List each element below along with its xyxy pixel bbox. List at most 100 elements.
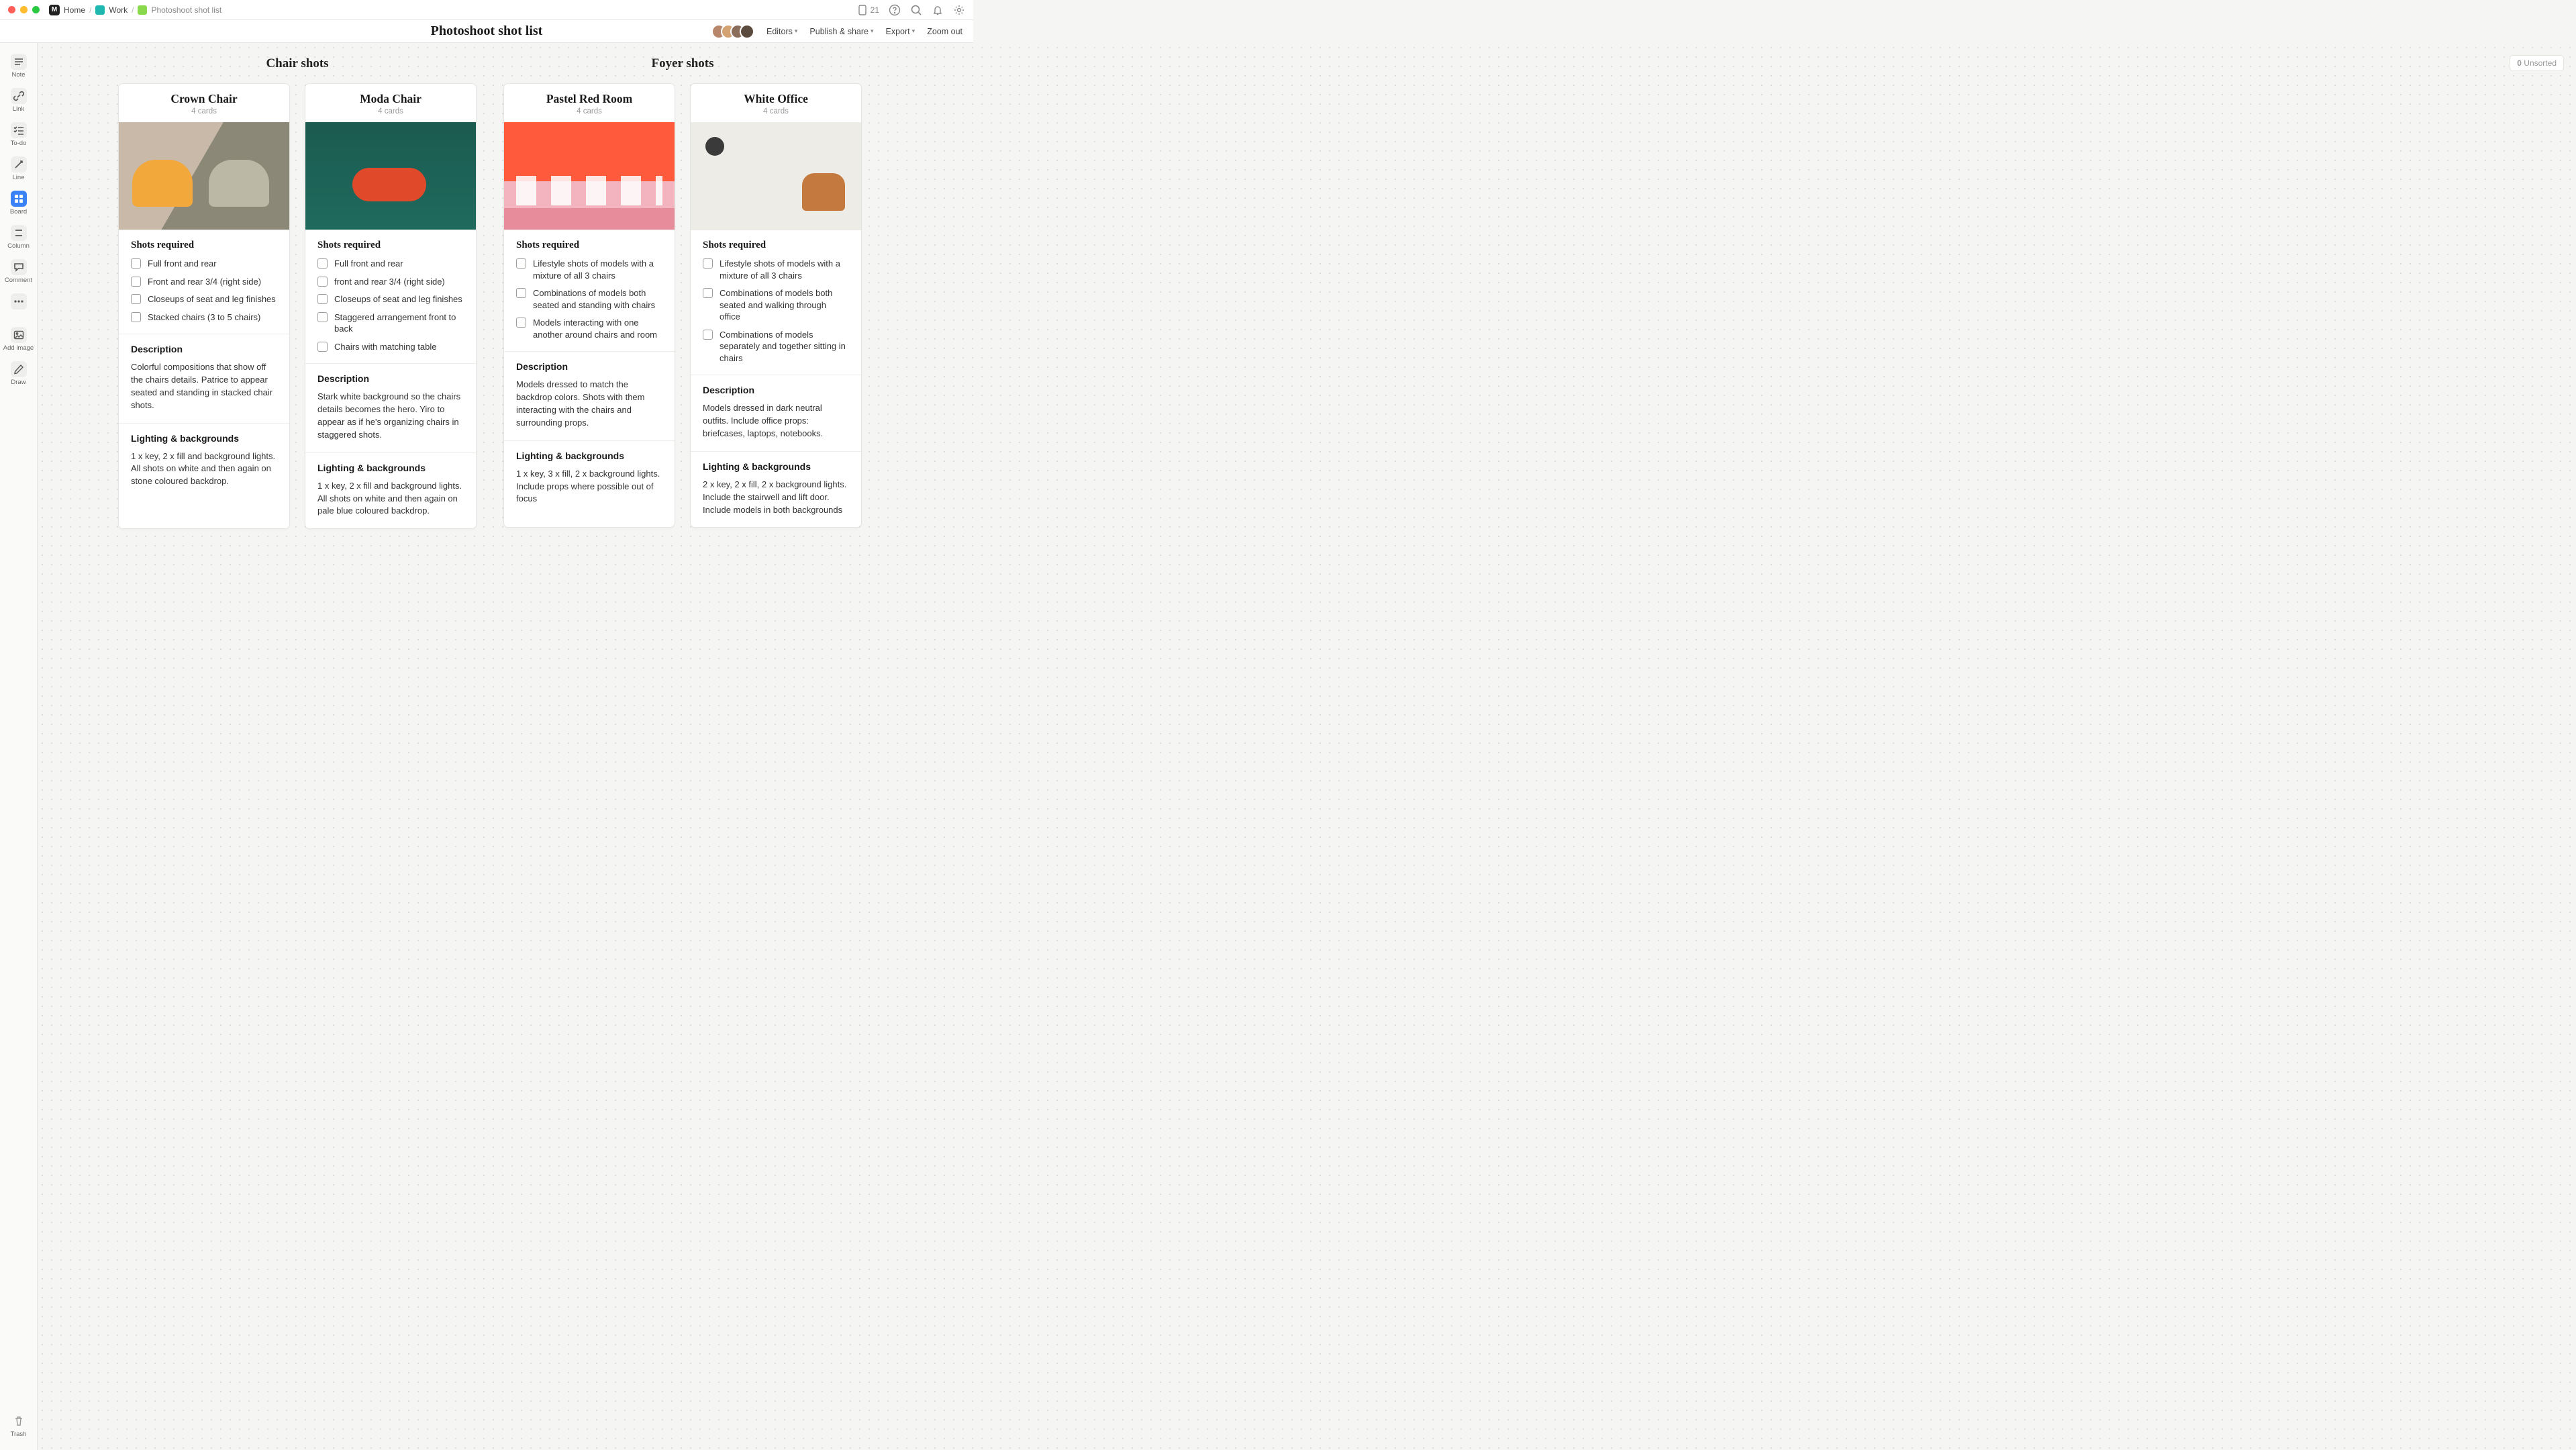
- trash-icon: [11, 1413, 27, 1429]
- tool-draw[interactable]: Draw: [3, 358, 34, 390]
- minimize-window[interactable]: [20, 6, 28, 13]
- todo-item: Lifestyle shots of models with a mixture…: [703, 258, 849, 281]
- board-card[interactable]: Pastel Red Room 4 cards Shots required L…: [503, 83, 675, 528]
- zoom-out-button[interactable]: Zoom out: [927, 27, 962, 36]
- todo-text: Full front and rear: [334, 258, 403, 270]
- editors-dropdown[interactable]: Editors▾: [766, 27, 797, 36]
- more-icon: [11, 293, 27, 309]
- block-heading: Shots required: [317, 240, 464, 251]
- lighting-block: Lighting & backgrounds 1 x key, 3 x fill…: [504, 440, 675, 517]
- checkbox[interactable]: [317, 312, 328, 322]
- publish-dropdown[interactable]: Publish & share▾: [809, 27, 873, 36]
- todo-text: Combinations of models both seated and w…: [720, 287, 849, 323]
- checkbox[interactable]: [131, 312, 141, 322]
- block-heading: Description: [703, 385, 849, 395]
- breadcrumb-doc[interactable]: Photoshoot shot list: [151, 5, 221, 15]
- checkbox[interactable]: [516, 258, 526, 269]
- board-section: Chair shots Crown Chair 4 cards Shots re…: [118, 56, 477, 529]
- block-heading: Shots required: [131, 240, 277, 251]
- editor-avatars[interactable]: [711, 24, 754, 39]
- shots-block: Shots required Lifestyle shots of models…: [691, 230, 861, 375]
- todo-text: Combinations of models both seated and s…: [533, 287, 662, 311]
- tool-more[interactable]: [3, 291, 34, 313]
- block-heading: Shots required: [703, 240, 849, 251]
- tool-link[interactable]: Link: [3, 85, 34, 117]
- todo-item: Models interacting with one another arou…: [516, 317, 662, 340]
- todo-item: Front and rear 3/4 (right side): [131, 276, 277, 288]
- bell-icon[interactable]: [932, 4, 944, 16]
- block-heading: Description: [131, 344, 277, 354]
- todo-text: Closeups of seat and leg finishes: [148, 293, 276, 305]
- checkbox[interactable]: [703, 288, 713, 298]
- checkbox[interactable]: [317, 294, 328, 304]
- breadcrumb-home[interactable]: Home: [64, 5, 85, 15]
- board-card[interactable]: Crown Chair 4 cards Shots required Full …: [118, 83, 290, 529]
- todo-item: Full front and rear: [131, 258, 277, 270]
- checkbox[interactable]: [131, 294, 141, 304]
- comment-icon: [11, 259, 27, 275]
- block-heading: Lighting & backgrounds: [703, 461, 849, 472]
- help-icon[interactable]: [889, 4, 901, 16]
- card-header: White Office 4 cards: [691, 84, 861, 122]
- board-section: Foyer shots Pastel Red Room 4 cards Shot…: [503, 56, 862, 529]
- tool-note[interactable]: Note: [3, 51, 34, 83]
- todo-text: Stacked chairs (3 to 5 chairs): [148, 311, 260, 324]
- page-title: Photoshoot shot list: [431, 23, 543, 39]
- tool-board[interactable]: Board: [3, 188, 34, 220]
- checkbox[interactable]: [516, 318, 526, 328]
- todo-icon: [11, 122, 27, 138]
- card-header: Pastel Red Room 4 cards: [504, 84, 675, 122]
- card-header: Crown Chair 4 cards: [119, 84, 289, 122]
- breadcrumb-work[interactable]: Work: [109, 5, 128, 15]
- gear-icon[interactable]: [953, 4, 965, 16]
- checkbox[interactable]: [516, 288, 526, 298]
- checkbox[interactable]: [131, 277, 141, 287]
- board-card[interactable]: Moda Chair 4 cards Shots required Full f…: [305, 83, 477, 529]
- unsorted-pill[interactable]: 0 Unsorted: [2510, 55, 2564, 71]
- window-controls: [8, 6, 40, 13]
- close-window[interactable]: [8, 6, 15, 13]
- todo-text: Closeups of seat and leg finishes: [334, 293, 462, 305]
- app-icon[interactable]: M: [49, 5, 60, 15]
- avatar: [740, 24, 754, 39]
- tool-line[interactable]: Line: [3, 154, 34, 185]
- board-card[interactable]: White Office 4 cards Shots required Life…: [690, 83, 862, 528]
- page-header: Photoshoot shot list Editors▾ Publish & …: [0, 20, 973, 43]
- search-icon[interactable]: [910, 4, 922, 16]
- shots-block: Shots required Full front and rear front …: [305, 230, 476, 363]
- description-block: Description Stark white background so th…: [305, 363, 476, 452]
- tool-trash[interactable]: Trash: [3, 1410, 34, 1442]
- todo-text: front and rear 3/4 (right side): [334, 276, 445, 288]
- board-canvas[interactable]: 0 Unsorted Chair shots Crown Chair 4 car…: [38, 43, 2576, 1450]
- todo-item: Closeups of seat and leg finishes: [317, 293, 464, 305]
- card-subtitle: 4 cards: [312, 107, 469, 115]
- checkbox[interactable]: [131, 258, 141, 269]
- checkbox[interactable]: [703, 258, 713, 269]
- todo-item: Staggered arrangement front to back: [317, 311, 464, 335]
- breadcrumb: M Home / Work / Photoshoot shot list: [49, 5, 221, 15]
- checkbox[interactable]: [703, 330, 713, 340]
- card-subtitle: 4 cards: [126, 107, 283, 115]
- description-text: Colorful compositions that show off the …: [131, 361, 277, 412]
- card-title: White Office: [697, 92, 854, 106]
- block-heading: Lighting & backgrounds: [516, 450, 662, 461]
- checkbox[interactable]: [317, 342, 328, 352]
- checkbox[interactable]: [317, 258, 328, 269]
- card-header: Moda Chair 4 cards: [305, 84, 476, 122]
- doc-icon: [138, 5, 147, 15]
- checkbox[interactable]: [317, 277, 328, 287]
- block-heading: Description: [516, 361, 662, 372]
- tool-comment[interactable]: Comment: [3, 256, 34, 288]
- block-heading: Lighting & backgrounds: [131, 433, 277, 444]
- export-dropdown[interactable]: Export▾: [886, 27, 915, 36]
- lighting-block: Lighting & backgrounds 1 x key, 2 x fill…: [305, 452, 476, 529]
- chevron-down-icon: ▾: [912, 28, 915, 35]
- tool-add-image[interactable]: Add image: [3, 324, 34, 356]
- mobile-indicator[interactable]: 21: [856, 4, 879, 16]
- phone-icon: [856, 4, 869, 16]
- lighting-block: Lighting & backgrounds 2 x key, 2 x fill…: [691, 451, 861, 528]
- block-heading: Description: [317, 373, 464, 384]
- tool-todo[interactable]: To-do: [3, 119, 34, 151]
- maximize-window[interactable]: [32, 6, 40, 13]
- tool-column[interactable]: Column: [3, 222, 34, 254]
